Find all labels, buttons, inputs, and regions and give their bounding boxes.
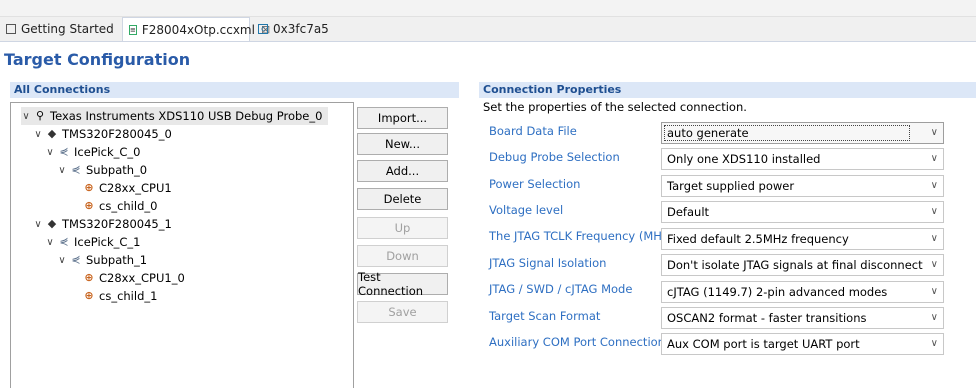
editor-tab-bar: Getting Started ≡ F28004xOtp.ccxml ⊠ c 0… bbox=[0, 17, 976, 42]
cpu-icon: ⊕ bbox=[84, 271, 94, 284]
property-label: The JTAG TCLK Frequency (MHz) bbox=[489, 229, 673, 243]
icepick-icon: ⋞ bbox=[59, 235, 69, 248]
power-selection-select[interactable]: Target supplied power ∨ bbox=[661, 175, 944, 197]
test-connection-button[interactable]: Test Connection bbox=[357, 270, 448, 298]
jtag-isolation-select[interactable]: Don't isolate JTAG signals at final disc… bbox=[661, 254, 944, 276]
page-icon bbox=[6, 24, 16, 34]
chevron-down-icon[interactable]: ∨ bbox=[33, 129, 43, 140]
connections-tree[interactable]: ∨ ⚲ Texas Instruments XDS110 USB Debug P… bbox=[10, 102, 354, 388]
save-button[interactable]: Save bbox=[357, 301, 448, 323]
chevron-down-icon[interactable]: ∨ bbox=[45, 237, 55, 248]
chip-icon: ◆ bbox=[47, 127, 57, 140]
chevron-down-icon: ∨ bbox=[930, 286, 938, 297]
tree-item-cpu[interactable]: ⊕ cs_child_0 bbox=[83, 197, 157, 215]
tree-item-device[interactable]: ∨ ◆ TMS320F280045_1 bbox=[33, 215, 171, 233]
chevron-down-icon: ∨ bbox=[930, 127, 938, 138]
chevron-down-icon: ∨ bbox=[930, 338, 938, 349]
tab-label: F28004xOtp.ccxml bbox=[141, 22, 255, 37]
tree-item-probe[interactable]: ∨ ⚲ Texas Instruments XDS110 USB Debug P… bbox=[21, 107, 329, 125]
property-label: Target Scan Format bbox=[489, 309, 601, 323]
tree-item-device[interactable]: ∨ ◆ TMS320F280045_0 bbox=[33, 125, 171, 143]
property-label: JTAG Signal Isolation bbox=[489, 256, 607, 270]
tree-item-icepick[interactable]: ∨ ⋞ IcePick_C_0 bbox=[45, 143, 140, 161]
connection-properties-header: Connection Properties bbox=[479, 82, 976, 98]
chevron-down-icon[interactable]: ∨ bbox=[45, 147, 55, 158]
up-button[interactable]: Up bbox=[357, 217, 448, 239]
tree-item-cpu[interactable]: ⊕ C28xx_CPU1_0 bbox=[83, 269, 184, 287]
down-button[interactable]: Down bbox=[357, 245, 448, 267]
tree-item-subpath[interactable]: ∨ ⋞ Subpath_0 bbox=[57, 161, 147, 179]
property-label: Voltage level bbox=[489, 203, 564, 217]
chevron-down-icon: ∨ bbox=[930, 312, 938, 323]
debug-probe-select[interactable]: Only one XDS110 installed ∨ bbox=[661, 148, 944, 170]
import-button[interactable]: Import... bbox=[357, 107, 448, 129]
scan-format-select[interactable]: OSCAN2 format - faster transitions ∨ bbox=[661, 307, 944, 329]
tab-label: Getting Started bbox=[21, 22, 114, 36]
add-button[interactable]: Add... bbox=[357, 160, 448, 182]
properties-description: Set the properties of the selected conne… bbox=[483, 100, 747, 114]
tree-item-subpath[interactable]: ∨ ⋞ Subpath_1 bbox=[57, 251, 147, 269]
tree-item-icepick[interactable]: ∨ ⋞ IcePick_C_1 bbox=[45, 233, 140, 251]
board-data-file-select[interactable]: auto generate ∨ bbox=[661, 122, 944, 144]
all-connections-header: All Connections bbox=[10, 82, 459, 98]
ccxml-file-icon: ≡ bbox=[129, 24, 137, 35]
aux-com-port-select[interactable]: Aux COM port is target UART port ∨ bbox=[661, 333, 944, 355]
top-strip bbox=[0, 0, 976, 17]
tab-ccxml[interactable]: ≡ F28004xOtp.ccxml ⊠ bbox=[122, 17, 270, 41]
subpath-icon: ⋞ bbox=[71, 163, 81, 176]
tree-item-cpu[interactable]: ⊕ cs_child_1 bbox=[83, 287, 157, 305]
chevron-down-icon: ∨ bbox=[930, 206, 938, 217]
cpu-icon: ⊕ bbox=[84, 289, 94, 302]
page-title: Target Configuration bbox=[4, 50, 191, 69]
tab-label: 0x3fc7a5 bbox=[273, 22, 329, 36]
tclk-frequency-select[interactable]: Fixed default 2.5MHz frequency ∨ bbox=[661, 228, 944, 250]
chevron-down-icon[interactable]: ∨ bbox=[21, 111, 31, 122]
cpu-icon: ⊕ bbox=[84, 199, 94, 212]
property-label: Board Data File bbox=[489, 124, 577, 138]
voltage-level-select[interactable]: Default ∨ bbox=[661, 201, 944, 223]
chip-icon: ◆ bbox=[47, 217, 57, 230]
chevron-down-icon[interactable]: ∨ bbox=[57, 165, 67, 176]
icepick-icon: ⋞ bbox=[59, 145, 69, 158]
chevron-down-icon[interactable]: ∨ bbox=[33, 219, 43, 230]
new-button[interactable]: New... bbox=[357, 133, 448, 155]
chevron-down-icon: ∨ bbox=[930, 180, 938, 191]
chevron-down-icon: ∨ bbox=[930, 233, 938, 244]
subpath-icon: ⋞ bbox=[71, 253, 81, 266]
cpu-icon: ⊕ bbox=[84, 181, 94, 194]
chevron-down-icon: ∨ bbox=[930, 153, 938, 164]
chevron-down-icon[interactable]: ∨ bbox=[57, 255, 67, 266]
probe-icon: ⚲ bbox=[35, 109, 45, 122]
tree-item-cpu[interactable]: ⊕ C28xx_CPU1 bbox=[83, 179, 171, 197]
jtag-mode-select[interactable]: cJTAG (1149.7) 2-pin advanced modes ∨ bbox=[661, 281, 944, 303]
tab-getting-started[interactable]: Getting Started bbox=[0, 18, 120, 40]
delete-button[interactable]: Delete bbox=[357, 188, 448, 210]
tab-memory[interactable]: c 0x3fc7a5 bbox=[252, 18, 342, 40]
property-label: Debug Probe Selection bbox=[489, 150, 620, 164]
property-label: Power Selection bbox=[489, 177, 581, 191]
property-label: JTAG / SWD / cJTAG Mode bbox=[489, 282, 633, 296]
property-label: Auxiliary COM Port Connection bbox=[489, 335, 665, 349]
memory-icon: c bbox=[258, 24, 268, 34]
chevron-down-icon: ∨ bbox=[930, 259, 938, 270]
